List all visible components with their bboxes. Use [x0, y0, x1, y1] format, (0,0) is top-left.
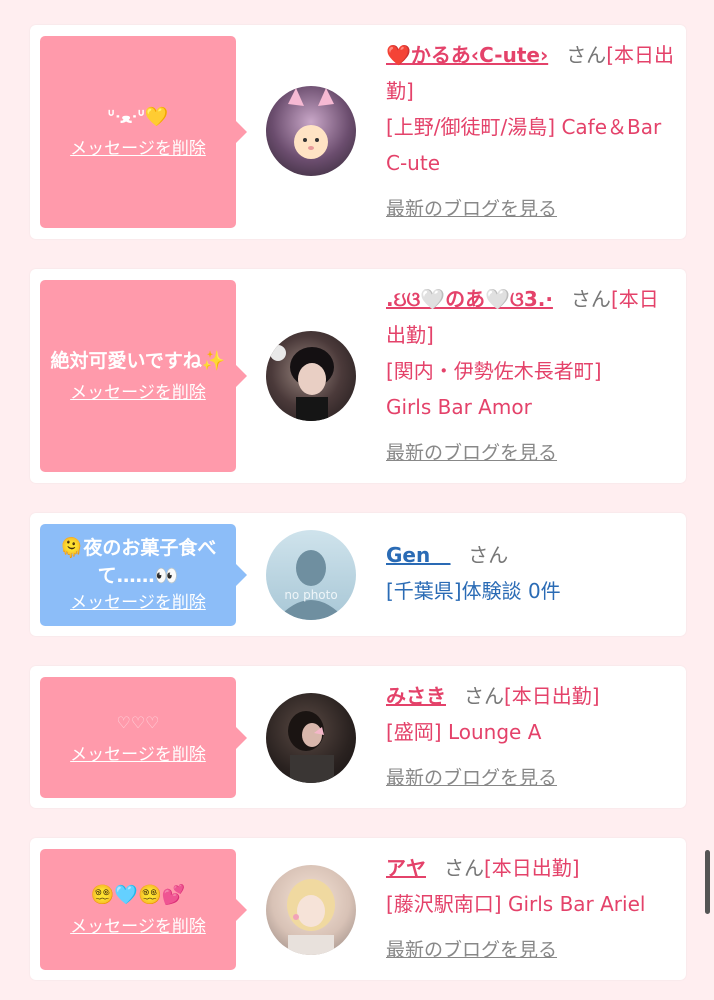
- message-card: 😵‍💫🩵😵‍💫💕 メッセージを削除 アヤ さん[本日出勤] [藤沢駅南口] Gir…: [30, 838, 686, 980]
- user-info: ❤️かるあ‹C-ute› さん[本日出勤] [上野/御徒町/湯島] Cafe＆Ba…: [386, 37, 676, 227]
- honorific: さん: [444, 856, 484, 880]
- honorific: さん: [566, 43, 607, 67]
- message-bubble: ᐡᐧﻌᐧᐡ💛 メッセージを削除: [40, 36, 247, 228]
- scrollbar-thumb[interactable]: [705, 850, 710, 914]
- user-name-link[interactable]: みさき: [386, 684, 446, 708]
- message-text: ♡♡♡: [116, 712, 160, 732]
- avatar[interactable]: [266, 693, 356, 783]
- message-text: 絶対可愛いですね✨: [50, 350, 226, 372]
- message-text: 🫠夜のお菓子食べて……👀: [59, 537, 217, 587]
- message-card: ♡♡♡ メッセージを削除 みさき さん[本日出勤] [盛岡] Lounge A 最…: [30, 666, 686, 808]
- message-bubble: 😵‍💫🩵😵‍💫💕 メッセージを削除: [40, 849, 247, 970]
- avatar[interactable]: [266, 86, 356, 176]
- user-name-link[interactable]: ❤️かるあ‹C-ute›: [386, 43, 548, 67]
- portrait-icon: [270, 345, 334, 421]
- user-name-link[interactable]: Gen＿: [386, 543, 450, 567]
- user-info: .ઇଓ🤍のあ🤍ଓ3.· さん[本日出勤] [関内・伊勢佐木長者町] Girls B…: [386, 281, 676, 471]
- portrait-icon: [287, 879, 335, 955]
- message-text: ᐡᐧﻌᐧᐡ💛: [107, 106, 169, 128]
- message-card: 🫠夜のお菓子食べて……👀 メッセージを削除 no photo Gen＿ さん [千…: [30, 513, 686, 636]
- message-bubble: ♡♡♡ メッセージを削除: [40, 677, 247, 798]
- honorific: さん: [464, 684, 504, 708]
- work-status: [本日出勤]: [504, 684, 600, 708]
- latest-blog-link[interactable]: 最新のブログを見る: [386, 932, 676, 968]
- cat-ears-face-icon: [288, 88, 334, 159]
- avatar[interactable]: [266, 331, 356, 421]
- latest-blog-link[interactable]: 最新のブログを見る: [386, 760, 676, 796]
- message-card: 絶対可愛いですね✨ メッセージを削除 .ઇଓ🤍のあ🤍ଓ3.· さん[本日出勤] […: [30, 269, 686, 483]
- no-photo-silhouette-icon: [276, 550, 346, 620]
- message-card: ᐡᐧﻌᐧᐡ💛 メッセージを削除 ❤️かるあ‹C-ute› さん[本日出勤] [上野…: [30, 25, 686, 239]
- delete-message-link[interactable]: メッセージを削除: [70, 136, 206, 162]
- avatar[interactable]: no photo: [266, 530, 356, 620]
- delete-message-link[interactable]: メッセージを削除: [70, 914, 206, 940]
- latest-blog-link[interactable]: 最新のブログを見る: [386, 191, 676, 227]
- shop-info: [盛岡] Lounge A: [386, 720, 542, 744]
- delete-message-link[interactable]: メッセージを削除: [70, 742, 206, 768]
- honorific: さん: [468, 543, 509, 567]
- work-status: [本日出勤]: [484, 856, 580, 880]
- delete-message-link[interactable]: メッセージを削除: [70, 590, 206, 616]
- user-info: Gen＿ さん [千葉県]体験談 0件: [386, 537, 676, 609]
- user-region-info: [千葉県]体験談 0件: [386, 579, 561, 603]
- no-photo-label: no photo: [284, 588, 338, 602]
- shop-info: [藤沢駅南口] Girls Bar Ariel: [386, 892, 646, 916]
- delete-message-link[interactable]: メッセージを削除: [70, 380, 206, 406]
- avatar[interactable]: [266, 865, 356, 955]
- user-info: アヤ さん[本日出勤] [藤沢駅南口] Girls Bar Ariel 最新のブロ…: [386, 850, 676, 968]
- shop-info: [関内・伊勢佐木長者町] Girls Bar Amor: [386, 359, 602, 419]
- user-name-link[interactable]: アヤ: [386, 856, 426, 880]
- latest-blog-link[interactable]: 最新のブログを見る: [386, 435, 676, 471]
- message-bubble: 🫠夜のお菓子食べて……👀 メッセージを削除: [40, 524, 247, 626]
- shop-info: [上野/御徒町/湯島] Cafe＆Bar C-ute: [386, 115, 662, 175]
- honorific: さん: [570, 287, 611, 311]
- message-text: 😵‍💫🩵😵‍💫💕: [90, 883, 186, 906]
- portrait-icon: [288, 711, 334, 783]
- message-bubble: 絶対可愛いですね✨ メッセージを削除: [40, 280, 247, 472]
- user-info: みさき さん[本日出勤] [盛岡] Lounge A 最新のブログを見る: [386, 678, 676, 796]
- user-name-link[interactable]: .ઇଓ🤍のあ🤍ଓ3.·: [386, 287, 553, 311]
